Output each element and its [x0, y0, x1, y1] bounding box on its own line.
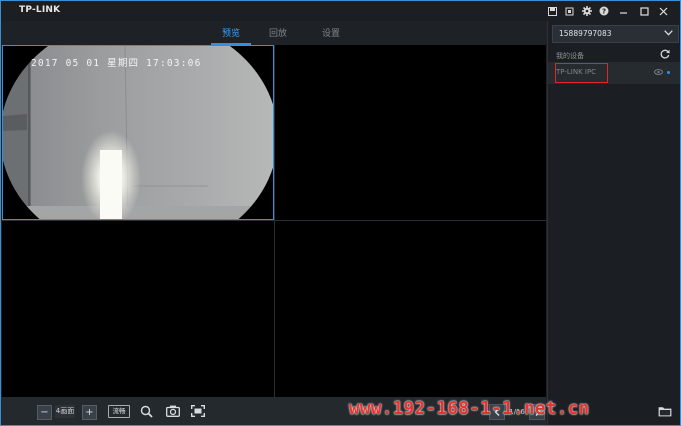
- grid-divider: [2, 220, 546, 221]
- camera-feed-image: [3, 46, 273, 219]
- chevron-down-icon: [664, 30, 673, 36]
- app-logo: TP-LINK: [19, 5, 61, 15]
- video-cell-1[interactable]: 2017 05 01 星期四 17:03:06: [2, 45, 274, 220]
- video-grid: 2017 05 01 星期四 17:03:06: [2, 45, 546, 397]
- close-icon[interactable]: [654, 4, 672, 18]
- window-save-icon[interactable]: [544, 4, 561, 18]
- layout-decrease-button[interactable]: −: [37, 405, 52, 420]
- account-name: 15889797083: [559, 29, 612, 38]
- stream-quality-button[interactable]: 流畅: [108, 405, 130, 418]
- tab-preview[interactable]: 预览: [211, 26, 251, 45]
- maximize-icon[interactable]: [634, 4, 654, 18]
- minimize-icon[interactable]: [612, 4, 634, 18]
- svg-text:?: ?: [601, 8, 605, 16]
- my-devices-label: 我的设备: [556, 52, 584, 60]
- tab-playback[interactable]: 回放: [258, 26, 298, 45]
- eye-icon[interactable]: [654, 69, 663, 75]
- online-status-dot: [667, 71, 670, 74]
- fullscreen-icon[interactable]: [190, 404, 205, 418]
- video-cell-2[interactable]: [275, 45, 546, 220]
- help-icon[interactable]: ?: [595, 4, 612, 18]
- refresh-icon[interactable]: [660, 49, 670, 59]
- title-bar-controls: ?: [544, 4, 672, 18]
- account-dropdown[interactable]: 15889797083: [552, 25, 679, 43]
- device-list-item[interactable]: TP-LINK IPC: [548, 62, 680, 84]
- video-cell-3[interactable]: [2, 221, 274, 397]
- device-highlight-box: [555, 63, 608, 83]
- tab-settings[interactable]: 设置: [311, 26, 351, 45]
- gear-icon[interactable]: [578, 4, 595, 18]
- folder-icon[interactable]: [658, 406, 672, 417]
- network-icon[interactable]: [561, 4, 578, 18]
- zoom-icon[interactable]: [139, 404, 153, 418]
- osd-timestamp: 2017 05 01 星期四 17:03:06: [31, 58, 202, 69]
- device-panel: 15889797083 我的设备 TP-LINK IPC: [547, 21, 680, 425]
- site-watermark: www.192-168-1-1.net.cn: [349, 399, 590, 419]
- snapshot-camera-icon[interactable]: [165, 404, 180, 418]
- app-window: TP-LINK ? 预览 回放 设置 2017 05 01 星期四 17:03:…: [0, 0, 681, 426]
- layout-label: 4画面: [55, 405, 75, 418]
- title-bar: TP-LINK ?: [1, 1, 680, 21]
- layout-increase-button[interactable]: +: [82, 405, 97, 420]
- grid-divider: [274, 45, 275, 397]
- video-cell-4[interactable]: [275, 221, 546, 397]
- main-tabs: 预览 回放 设置: [1, 21, 546, 45]
